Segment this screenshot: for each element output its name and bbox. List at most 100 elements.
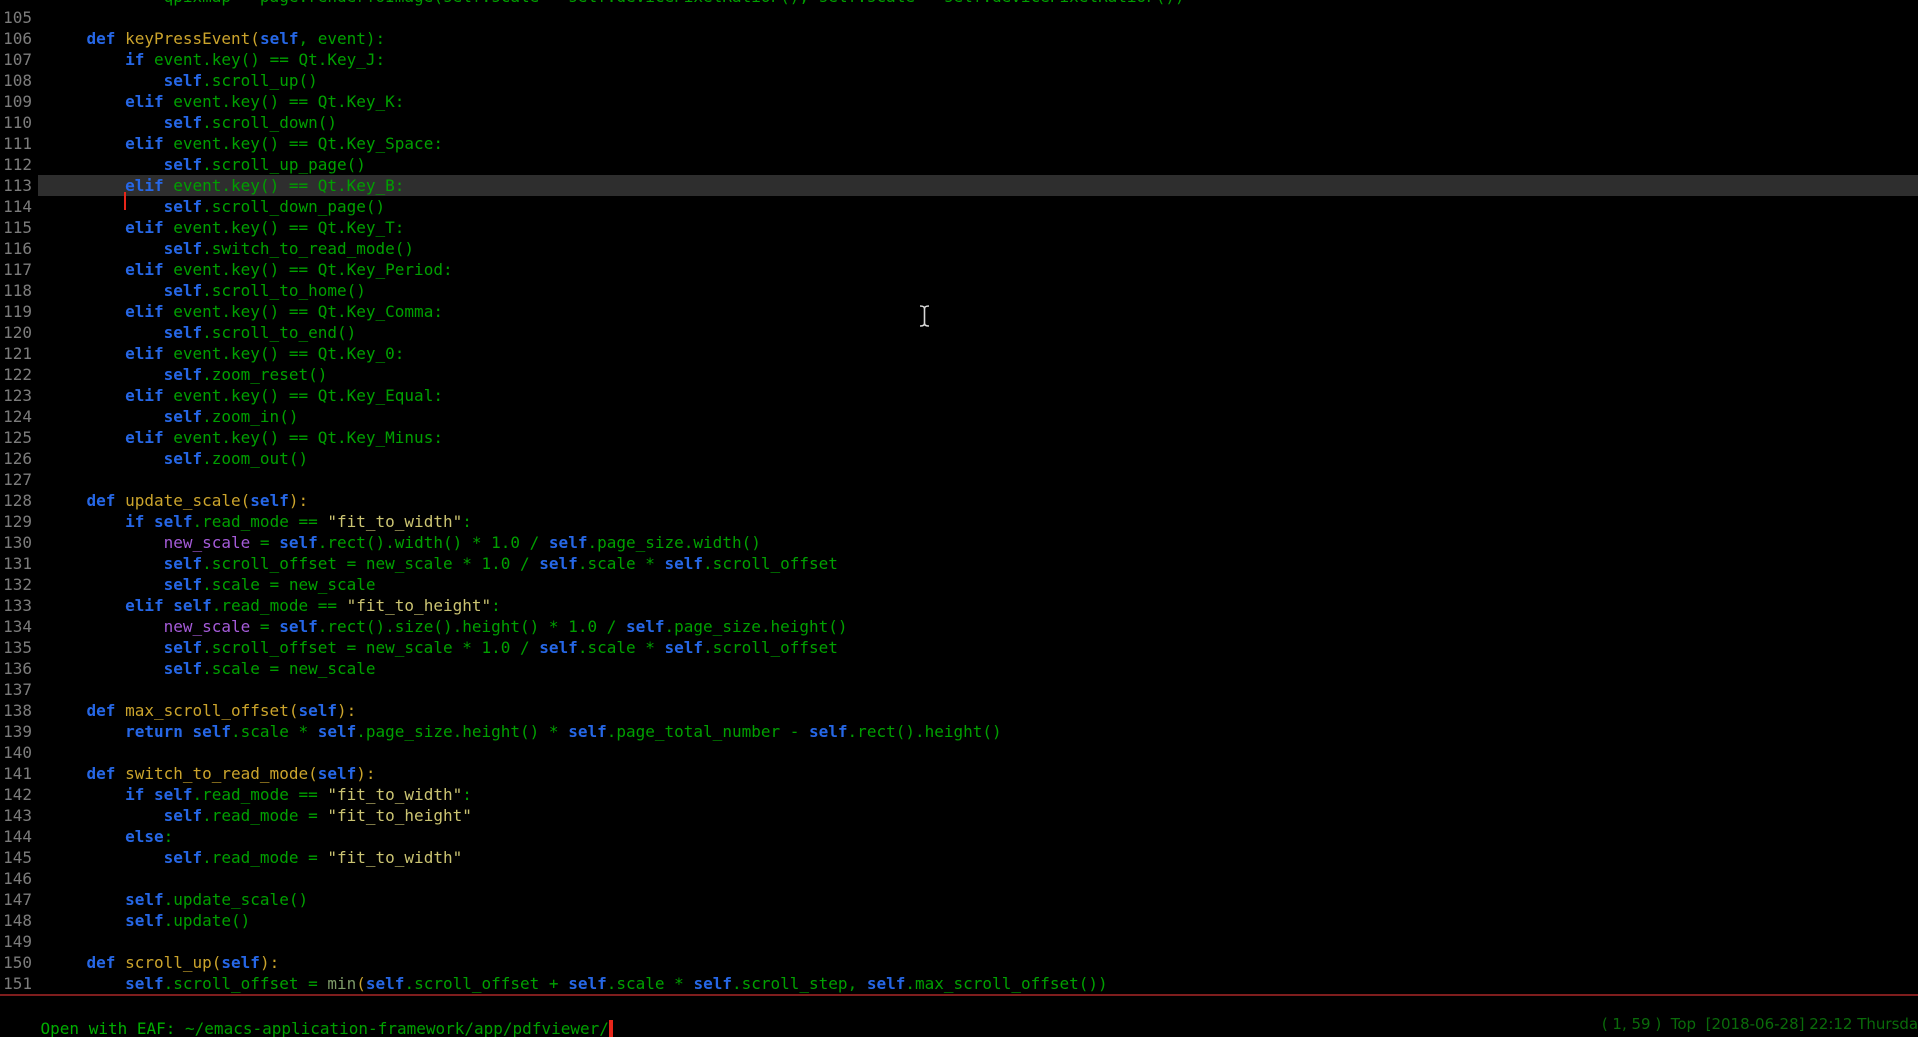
code-line[interactable]: 128 def update_scale(self): <box>0 490 1918 511</box>
code-line[interactable]: 105 <box>0 7 1918 28</box>
code-token: .scale * <box>578 554 665 573</box>
code-line[interactable]: 143 self.read_mode = "fit_to_height" <box>0 805 1918 826</box>
code-text: elif event.key() == Qt.Key_Comma: <box>38 301 1918 322</box>
code-line[interactable]: 141 def switch_to_read_mode(self): <box>0 763 1918 784</box>
code-line[interactable]: 122 self.zoom_reset() <box>0 364 1918 385</box>
code-text: else: <box>38 826 1918 847</box>
code-line[interactable]: 112 self.scroll_up_page() <box>0 154 1918 175</box>
code-token: .scroll_to_home() <box>202 281 366 300</box>
code-token: .scroll_offset <box>703 554 838 573</box>
code-line[interactable]: 132 self.scale = new_scale <box>0 574 1918 595</box>
code-line[interactable]: 109 elif event.key() == Qt.Key_K: <box>0 91 1918 112</box>
code-line[interactable]: 125 elif event.key() == Qt.Key_Minus: <box>0 427 1918 448</box>
code-line[interactable]: 144 else: <box>0 826 1918 847</box>
minibuffer-input[interactable]: ~/emacs-application-framework/app/pdfvie… <box>185 1019 609 1037</box>
code-line[interactable]: 116 self.switch_to_read_mode() <box>0 238 1918 259</box>
code-line[interactable]: 147 self.update_scale() <box>0 889 1918 910</box>
code-token: scroll_up <box>125 953 212 972</box>
code-line[interactable]: 114 self.scroll_down_page() <box>0 196 1918 217</box>
code-token: if <box>125 785 154 804</box>
code-token: return <box>125 722 192 741</box>
code-token: self <box>164 575 203 594</box>
code-token: if <box>125 512 154 531</box>
code-line[interactable]: 135 self.scroll_offset = new_scale * 1.0… <box>0 637 1918 658</box>
line-number: 137 <box>0 679 38 700</box>
code-line[interactable]: 148 self.update() <box>0 910 1918 931</box>
code-token: def <box>87 953 126 972</box>
line-number: 119 <box>0 301 38 322</box>
code-token: elif <box>125 302 173 321</box>
code-token: "fit_to_width" <box>327 785 462 804</box>
code-token: .scale * <box>578 638 665 657</box>
code-line[interactable]: 120 self.scroll_to_end() <box>0 322 1918 343</box>
code-line[interactable]: 117 elif event.key() == Qt.Key_Period: <box>0 259 1918 280</box>
code-token: .scroll_down_page() <box>202 197 385 216</box>
code-line[interactable]: 127 <box>0 469 1918 490</box>
code-line[interactable]: 129 if self.read_mode == "fit_to_width": <box>0 511 1918 532</box>
code-line[interactable]: 123 elif event.key() == Qt.Key_Equal: <box>0 385 1918 406</box>
code-token: .scroll_step, <box>732 974 867 993</box>
code-token: self <box>568 974 607 993</box>
code-line[interactable]: 145 self.read_mode = "fit_to_width" <box>0 847 1918 868</box>
code-text: elif event.key() == Qt.Key_T: <box>38 217 1918 238</box>
code-line[interactable]: 137 <box>0 679 1918 700</box>
code-line[interactable]: 124 self.zoom_in() <box>0 406 1918 427</box>
code-line[interactable]: 149 <box>0 931 1918 952</box>
code-line[interactable]: 126 self.zoom_out() <box>0 448 1918 469</box>
code-line[interactable]: 134 new_scale = self.rect().size().heigh… <box>0 616 1918 637</box>
code-text: elif event.key() == Qt.Key_0: <box>38 343 1918 364</box>
code-editor[interactable]: qpixmap = page.renderToImage(self.scale … <box>0 0 1918 994</box>
code-line[interactable]: 108 self.scroll_up() <box>0 70 1918 91</box>
code-text: self.scroll_offset = min(self.scroll_off… <box>38 973 1918 994</box>
code-line[interactable]: 107 if event.key() == Qt.Key_J: <box>0 49 1918 70</box>
minibuffer[interactable]: Open with EAF: ~/emacs-application-frame… <box>0 996 1918 1037</box>
code-line[interactable]: 110 self.scroll_down() <box>0 112 1918 133</box>
code-token <box>48 701 87 720</box>
code-line[interactable]: 115 elif event.key() == Qt.Key_T: <box>0 217 1918 238</box>
code-token: else <box>125 827 164 846</box>
code-token: self <box>164 71 203 90</box>
line-number: 134 <box>0 616 38 637</box>
code-line[interactable]: 113 elif event.key() == Qt.Key_B: <box>0 175 1918 196</box>
code-line[interactable]: 121 elif event.key() == Qt.Key_0: <box>0 343 1918 364</box>
code-token: elif <box>125 596 173 615</box>
code-line[interactable]: 140 <box>0 742 1918 763</box>
code-token <box>48 176 125 195</box>
code-token: self <box>867 974 906 993</box>
status-tray: ( 1, 59 ) Top [2018-06-28] 22:12 Thursda… <box>1602 1014 1918 1035</box>
code-token: ( <box>241 491 251 510</box>
code-text: def max_scroll_offset(self): <box>38 700 1918 721</box>
code-line[interactable]: 142 if self.read_mode == "fit_to_width": <box>0 784 1918 805</box>
line-number: 125 <box>0 427 38 448</box>
line-number: 140 <box>0 742 38 763</box>
code-line[interactable]: 130 new_scale = self.rect().width() * 1.… <box>0 532 1918 553</box>
code-line[interactable]: 111 elif event.key() == Qt.Key_Space: <box>0 133 1918 154</box>
code-token: self <box>549 533 588 552</box>
code-line[interactable]: 133 elif self.read_mode == "fit_to_heigh… <box>0 595 1918 616</box>
code-token: .scroll_offset = <box>164 974 328 993</box>
code-token: = <box>250 617 279 636</box>
code-token: self <box>154 785 193 804</box>
code-line[interactable]: 106 def keyPressEvent(self, event): <box>0 28 1918 49</box>
code-token: .page_total_number - <box>607 722 809 741</box>
code-token <box>48 260 125 279</box>
code-token <box>48 155 164 174</box>
code-token: elif <box>125 344 173 363</box>
code-token: self <box>260 29 299 48</box>
code-line[interactable]: 138 def max_scroll_offset(self): <box>0 700 1918 721</box>
code-line[interactable]: 131 self.scroll_offset = new_scale * 1.0… <box>0 553 1918 574</box>
line-number: 120 <box>0 322 38 343</box>
code-token: ( <box>308 764 318 783</box>
code-line[interactable]: 151 self.scroll_offset = min(self.scroll… <box>0 973 1918 994</box>
code-line[interactable]: 139 return self.scale * self.page_size.h… <box>0 721 1918 742</box>
code-line[interactable]: 150 def scroll_up(self): <box>0 952 1918 973</box>
code-text: self.update_scale() <box>38 889 1918 910</box>
code-line[interactable]: 119 elif event.key() == Qt.Key_Comma: <box>0 301 1918 322</box>
code-token: new_scale <box>164 617 251 636</box>
code-token <box>48 302 125 321</box>
code-line[interactable]: 118 self.scroll_to_home() <box>0 280 1918 301</box>
code-line[interactable]: 146 <box>0 868 1918 889</box>
partial-top-line: qpixmap = page.renderToImage(self.scale … <box>0 0 1918 7</box>
code-text: if event.key() == Qt.Key_J: <box>38 49 1918 70</box>
code-line[interactable]: 136 self.scale = new_scale <box>0 658 1918 679</box>
